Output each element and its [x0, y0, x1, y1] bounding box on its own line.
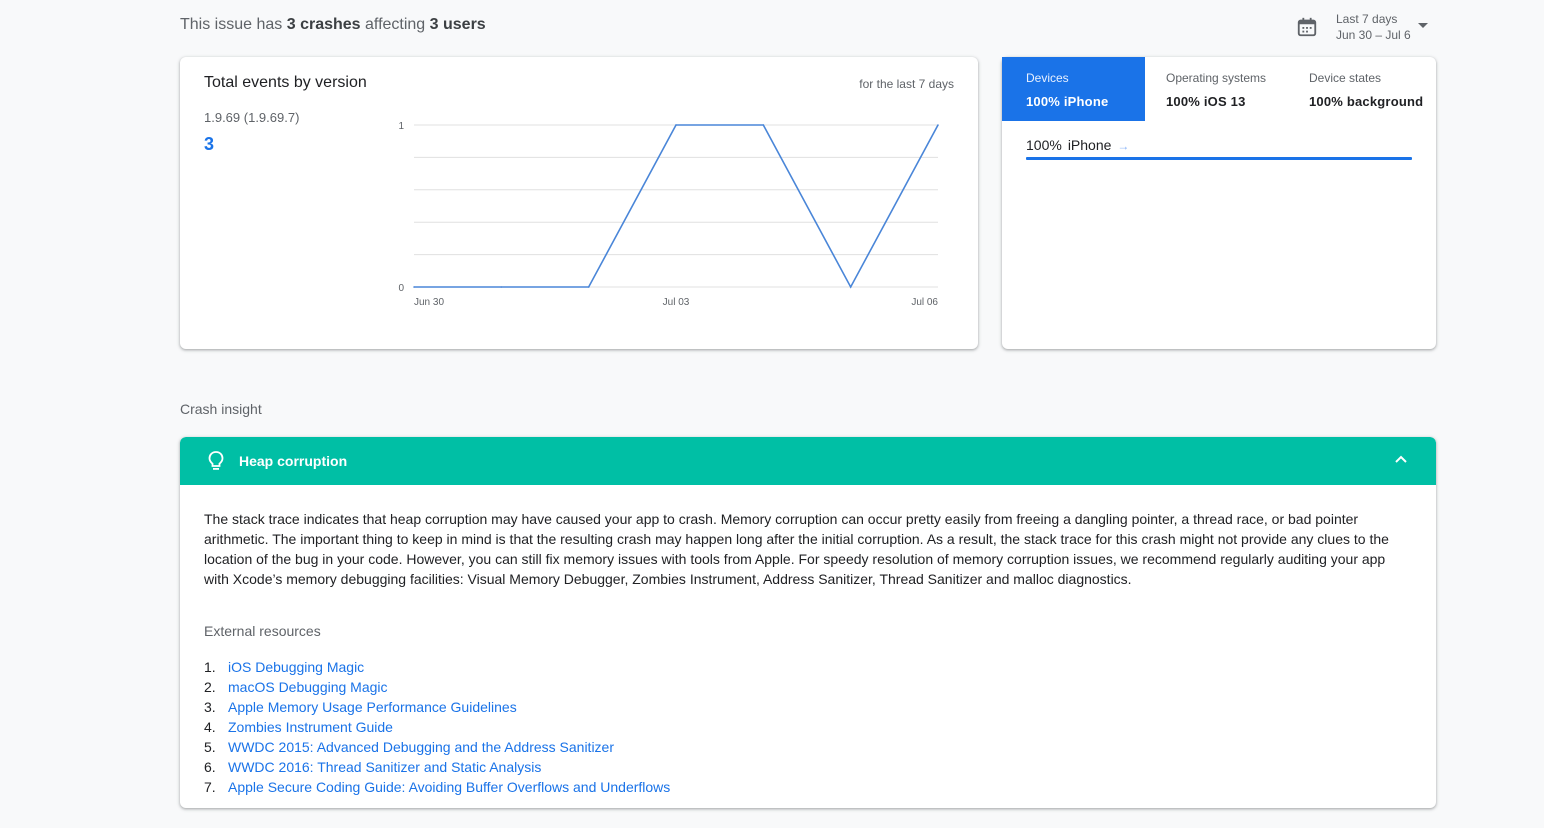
y-tick-label: 1: [398, 121, 404, 132]
lightbulb-icon: [208, 451, 224, 470]
resource-link-wwdc-2015[interactable]: WWDC 2015: Advanced Debugging and the Ad…: [228, 737, 614, 757]
tab-devices[interactable]: Devices 100% iPhone: [1002, 57, 1145, 121]
data-point: [937, 124, 939, 126]
breakdown-bar: [1026, 157, 1412, 160]
version-count: 3: [204, 134, 215, 154]
insight-title: Heap corruption: [239, 453, 348, 469]
events-line-chart: 0 1 Jun 30 Jul 03 Jul 06: [398, 121, 939, 308]
resource-link-wwdc-2016[interactable]: WWDC 2016: Thread Sanitizer and Static A…: [228, 757, 541, 777]
external-resources-label: External resources: [204, 623, 321, 639]
list-item: 1. iOS Debugging Magic: [204, 657, 365, 677]
x-tick-label: Jul 06: [911, 297, 938, 308]
breakdown-percent: 100%: [1026, 137, 1062, 153]
data-point: [675, 124, 677, 126]
list-item: 4. Zombies Instrument Guide: [204, 717, 393, 737]
series-line: [414, 124, 939, 289]
resource-link-secure-coding[interactable]: Apple Secure Coding Guide: Avoiding Buff…: [228, 777, 670, 797]
issue-summary: This issue has 3 crashes affecting 3 use…: [180, 16, 486, 33]
resource-link-macos-debugging[interactable]: macOS Debugging Magic: [228, 677, 388, 697]
crash-count: 3 crashes: [286, 16, 361, 33]
events-chart-card: Total events by version for the last 7 d…: [180, 57, 978, 349]
data-point: [762, 124, 765, 126]
date-range-dates: Jun 30 – Jul 6: [1336, 28, 1411, 42]
x-tick-label: Jun 30: [414, 297, 444, 308]
y-tick-label: 0: [398, 283, 404, 294]
resource-link-ios-debugging[interactable]: iOS Debugging Magic: [228, 657, 364, 677]
crash-insight-label: Crash insight: [180, 401, 262, 417]
resource-link-zombies-guide[interactable]: Zombies Instrument Guide: [228, 717, 393, 737]
dropdown-caret-icon: [1418, 23, 1428, 28]
insight-description: The stack trace indicates that heap corr…: [204, 511, 1389, 587]
list-item: 2. macOS Debugging Magic: [204, 677, 388, 697]
chevron-up-icon[interactable]: [1394, 454, 1408, 464]
date-range-picker[interactable]: Last 7 days Jun 30 – Jul 6: [1296, 10, 1436, 44]
version-label: 1.9.69 (1.9.69.7): [204, 110, 300, 125]
list-item: 6. WWDC 2016: Thread Sanitizer and Static…: [204, 757, 542, 777]
tab-device-states[interactable]: Device states 100% background: [1288, 57, 1431, 121]
crash-insight-card: Heap corruption The stack trace indicate…: [180, 437, 1436, 808]
breakdown-device-name: iPhone: [1067, 137, 1112, 153]
user-count: 3 users: [429, 16, 486, 33]
resource-list: 1. iOS Debugging Magic 2. macOS Debugging …: [204, 657, 1412, 797]
x-tick-label: Jul 03: [663, 297, 690, 308]
arrow-right-icon: →: [1117, 139, 1130, 153]
resource-link-memory-guidelines[interactable]: Apple Memory Usage Performance Guideline…: [228, 697, 517, 717]
list-item: 5. WWDC 2015: Advanced Debugging and the …: [204, 737, 615, 757]
list-item: 7. Apple Secure Coding Guide: Avoiding Bu…: [204, 777, 671, 797]
breakdown-row-iphone[interactable]: 100% iPhone →: [1026, 137, 1129, 153]
list-item: 3. Apple Memory Usage Performance Guideli…: [204, 697, 517, 717]
breakdown-card: Devices 100% iPhone Operating systems 10…: [1002, 57, 1436, 349]
chart-title: Total events by version: [204, 74, 367, 91]
data-point: [500, 286, 503, 288]
date-range-label: Last 7 days: [1336, 12, 1398, 26]
data-point: [413, 286, 415, 288]
data-point: [587, 286, 590, 288]
calendar-icon: [1297, 17, 1317, 37]
chart-subtitle: for the last 7 days: [859, 77, 954, 91]
insight-header[interactable]: Heap corruption: [180, 437, 1436, 485]
data-point: [849, 286, 852, 288]
tab-operating-systems[interactable]: Operating systems 100% iOS 13: [1145, 57, 1288, 121]
